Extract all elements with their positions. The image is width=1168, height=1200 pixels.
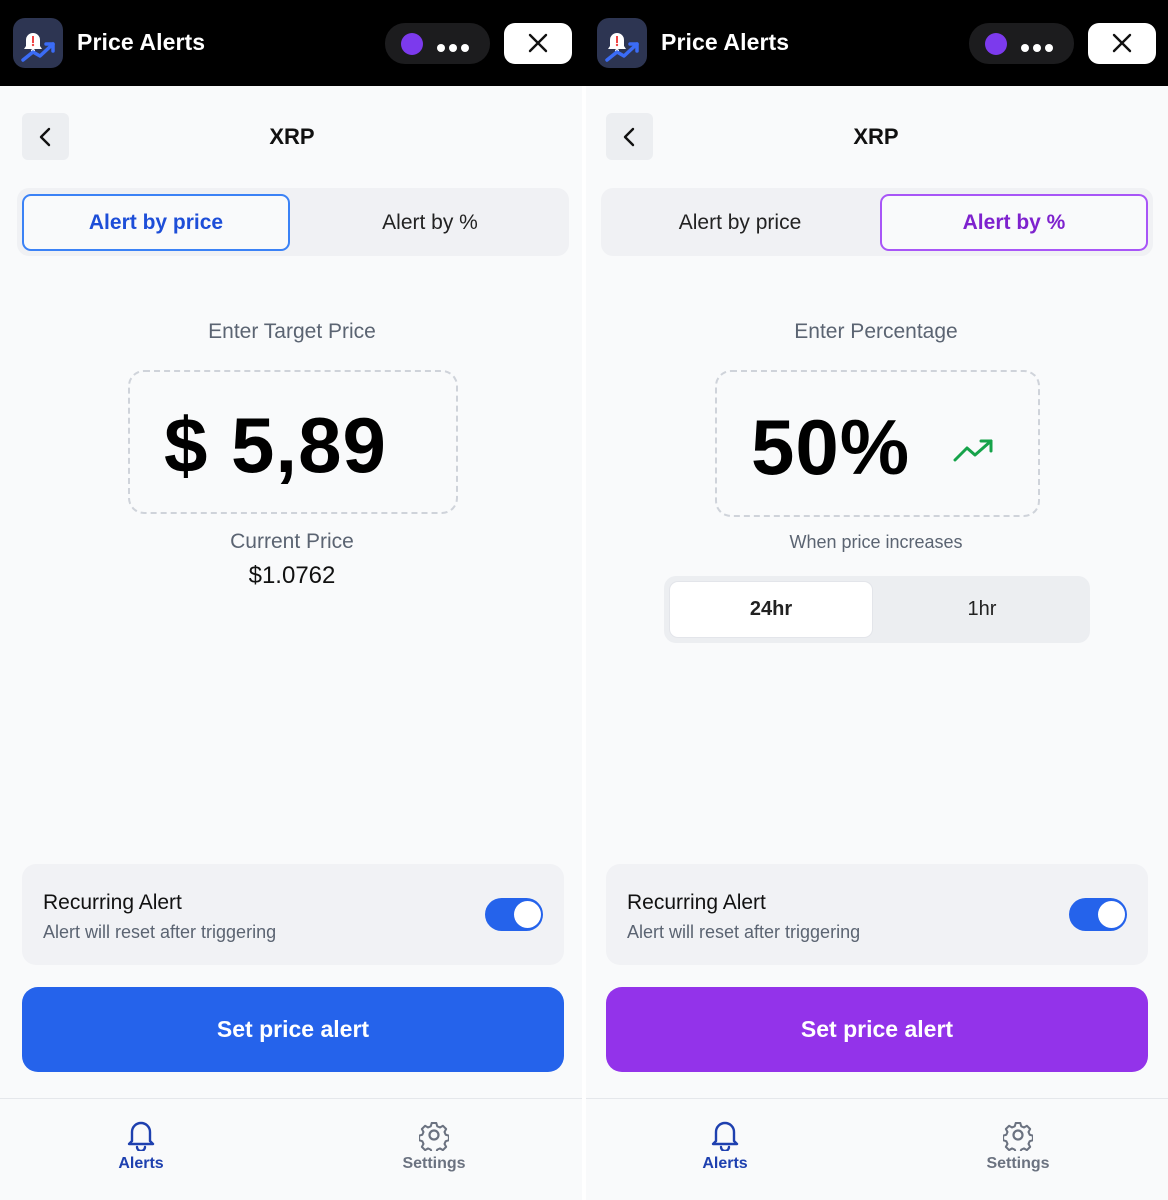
bell-icon	[711, 1121, 739, 1151]
close-button[interactable]	[504, 23, 572, 64]
recurring-alert-toggle[interactable]	[1069, 898, 1127, 931]
recurring-alert-title: Recurring Alert	[627, 891, 766, 914]
period-selector: 24hr 1hr	[664, 576, 1090, 643]
recurring-alert-subtitle: Alert will reset after triggering	[627, 922, 861, 942]
nav-alerts[interactable]: Alerts	[81, 1119, 201, 1173]
page-title: XRP	[269, 124, 315, 149]
app-logo-icon	[597, 18, 647, 68]
trending-up-icon	[953, 439, 993, 462]
recurring-alert-title: Recurring Alert	[43, 891, 182, 914]
more-icon[interactable]	[1021, 39, 1061, 52]
bottom-nav: Alerts Settings	[584, 1098, 1168, 1200]
tab-alert-by-price[interactable]: Alert by price	[22, 194, 290, 251]
close-icon	[528, 33, 548, 53]
percentage-input[interactable]: 50%	[715, 370, 1040, 517]
current-price-label: Current Price	[230, 530, 354, 553]
recurring-alert-card: Recurring Alert Alert will reset after t…	[22, 864, 564, 965]
percentage-label: Enter Percentage	[794, 320, 958, 343]
status-dot-icon	[401, 33, 423, 55]
period-1hr[interactable]: 1hr	[880, 582, 1084, 637]
app-header: Price Alerts	[584, 0, 1168, 86]
alert-by-percent-screen: Price Alerts XRP Alert by price Alert by…	[584, 0, 1168, 1200]
alert-type-tabs: Alert by price Alert by %	[601, 188, 1153, 256]
app-header: Price Alerts	[0, 0, 584, 86]
app-menu-pill[interactable]	[385, 23, 490, 64]
toggle-knob	[514, 901, 541, 928]
nav-alerts-label: Alerts	[118, 1155, 164, 1172]
current-price-value: $1.0762	[248, 562, 336, 589]
period-24hr[interactable]: 24hr	[670, 582, 872, 637]
percentage-value: 50%	[751, 403, 911, 491]
recurring-alert-card: Recurring Alert Alert will reset after t…	[606, 864, 1148, 965]
target-price-input[interactable]: $ 5,89	[128, 370, 458, 514]
app-title: Price Alerts	[77, 29, 206, 55]
tab-alert-by-percent[interactable]: Alert by %	[880, 194, 1148, 251]
gear-icon	[419, 1122, 449, 1151]
direction-text: When price increases	[789, 532, 963, 552]
close-button[interactable]	[1088, 23, 1156, 64]
nav-settings-label: Settings	[986, 1155, 1050, 1172]
price-alerts-comparison: Price Alerts XRP Alert by price Alert by…	[0, 0, 1168, 1200]
app-title: Price Alerts	[661, 29, 790, 55]
gear-icon	[1003, 1122, 1033, 1151]
recurring-alert-toggle[interactable]	[485, 898, 543, 931]
nav-alerts[interactable]: Alerts	[665, 1119, 785, 1173]
target-price-label: Enter Target Price	[208, 320, 376, 343]
set-price-alert-button[interactable]: Set price alert	[22, 987, 564, 1072]
tab-alert-by-percent[interactable]: Alert by %	[296, 194, 564, 251]
target-price-value: $ 5,89	[164, 401, 387, 489]
recurring-alert-subtitle: Alert will reset after triggering	[43, 922, 277, 942]
page-title: XRP	[853, 124, 899, 149]
bell-icon	[127, 1121, 155, 1151]
screen-divider	[582, 86, 586, 1200]
toggle-knob	[1098, 901, 1125, 928]
nav-settings[interactable]: Settings	[374, 1119, 494, 1173]
app-logo-icon	[13, 18, 63, 68]
set-price-alert-button[interactable]: Set price alert	[606, 987, 1148, 1072]
alert-by-price-screen: Price Alerts XRP Alert by price Alert by…	[0, 0, 584, 1200]
alert-type-tabs: Alert by price Alert by %	[17, 188, 569, 256]
app-menu-pill[interactable]	[969, 23, 1074, 64]
nav-alerts-label: Alerts	[702, 1155, 748, 1172]
nav-settings[interactable]: Settings	[958, 1119, 1078, 1173]
more-icon[interactable]	[437, 39, 477, 52]
nav-settings-label: Settings	[402, 1155, 466, 1172]
tab-alert-by-price[interactable]: Alert by price	[606, 194, 874, 251]
bottom-nav: Alerts Settings	[0, 1098, 584, 1200]
status-dot-icon	[985, 33, 1007, 55]
close-icon	[1112, 33, 1132, 53]
